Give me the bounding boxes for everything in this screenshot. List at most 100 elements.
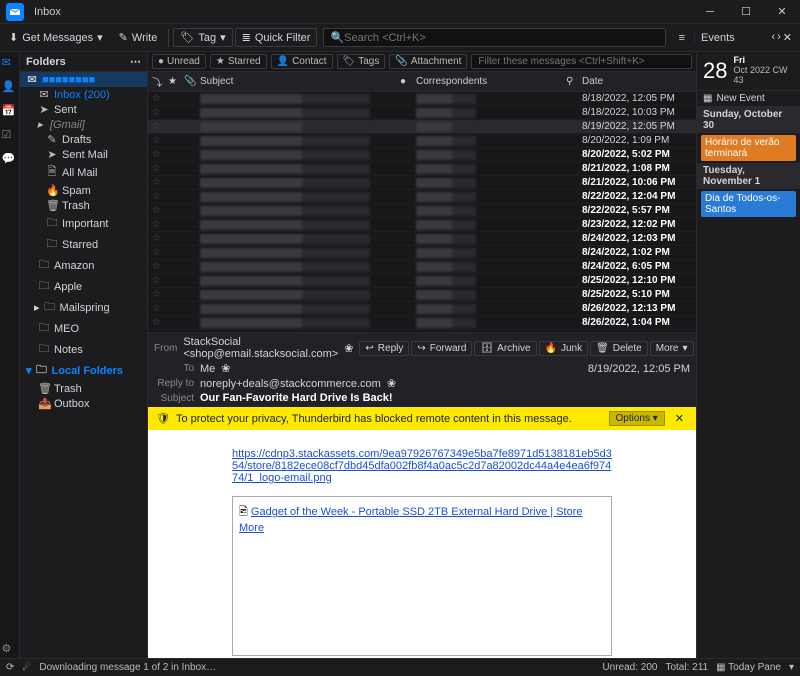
calendar-event[interactable]: Dia de Todos-os-Santos bbox=[701, 191, 796, 217]
star-icon[interactable]: ☆ bbox=[152, 93, 168, 104]
contact-chip[interactable]: 👤 Contact bbox=[271, 54, 333, 69]
message-row[interactable]: ☆8/22/2022, 5:57 PM bbox=[148, 204, 696, 218]
message-row[interactable]: ☆8/24/2022, 1:02 PM bbox=[148, 246, 696, 260]
star-icon[interactable]: ☆ bbox=[152, 177, 168, 188]
junk-button[interactable]: 🔥 Junk bbox=[539, 341, 589, 356]
folder-spam[interactable]: 🔥Spam bbox=[20, 183, 147, 198]
col-correspondents[interactable]: Correspondents bbox=[416, 76, 566, 87]
star-icon[interactable]: ☆ bbox=[152, 317, 168, 328]
folder-sent-mail[interactable]: ➤Sent Mail bbox=[20, 147, 147, 162]
folder-trash[interactable]: 🗑Trash bbox=[20, 381, 147, 396]
events-next-icon[interactable]: › bbox=[777, 31, 781, 44]
folder-inbox-200-[interactable]: ✉Inbox (200) bbox=[20, 87, 147, 102]
star-icon[interactable]: ☆ bbox=[152, 163, 168, 174]
starred-chip[interactable]: ★ Starred bbox=[210, 54, 267, 69]
message-row[interactable]: ☆8/26/2022, 1:04 PM bbox=[148, 316, 696, 330]
star-icon[interactable]: ☆ bbox=[152, 219, 168, 230]
tag-button[interactable]: 🏷 Tag▾ bbox=[173, 28, 232, 47]
folder-notes[interactable]: 🗀Notes bbox=[20, 339, 147, 360]
folder-mailspring[interactable]: ▸🗀Mailspring bbox=[20, 297, 147, 318]
col-date[interactable]: Date bbox=[582, 76, 692, 87]
star-icon[interactable]: ☆ bbox=[152, 303, 168, 314]
folder-important[interactable]: 🗀Important bbox=[20, 213, 147, 234]
folder-amazon[interactable]: 🗀Amazon bbox=[20, 255, 147, 276]
archive-button[interactable]: 🗄 Archive bbox=[474, 341, 536, 356]
expand-icon[interactable]: ▾ bbox=[789, 662, 794, 673]
search-input[interactable] bbox=[344, 32, 658, 44]
message-row[interactable]: ☆8/18/2022, 12:05 PM bbox=[148, 92, 696, 106]
col-subject[interactable]: Subject bbox=[200, 76, 400, 87]
folder-drafts[interactable]: ✎Drafts bbox=[20, 132, 147, 147]
message-row[interactable]: ☆8/21/2022, 10:06 PM bbox=[148, 176, 696, 190]
more-button[interactable]: More ▾ bbox=[650, 341, 694, 356]
message-row[interactable]: ☆8/25/2022, 12:10 PM bbox=[148, 274, 696, 288]
address-book-icon[interactable]: 👤 bbox=[2, 80, 18, 96]
options-button[interactable]: Options ▾ bbox=[609, 411, 665, 426]
blocked-image-link[interactable]: https://cdnp3.stackassets.com/9ea9792676… bbox=[232, 448, 612, 484]
tasks-space-icon[interactable]: ☑ bbox=[2, 128, 18, 144]
write-button[interactable]: ✎ Write bbox=[112, 28, 165, 47]
star-icon[interactable]: ☆ bbox=[152, 205, 168, 216]
message-row[interactable]: ☆8/23/2022, 12:02 PM bbox=[148, 218, 696, 232]
folders-menu-icon[interactable]: ⋯ bbox=[130, 55, 141, 68]
quick-filter-button[interactable]: ≣ Quick Filter bbox=[235, 28, 318, 47]
events-close-icon[interactable]: ✕ bbox=[783, 31, 792, 44]
new-event-button[interactable]: ▦ New Event bbox=[697, 91, 800, 107]
get-messages-button[interactable]: ⬇ Get Messages ▾ bbox=[2, 28, 110, 47]
message-list[interactable]: ☆8/18/2022, 12:05 PM☆8/18/2022, 10:03 PM… bbox=[148, 92, 696, 332]
message-row[interactable]: ☆8/18/2022, 10:03 PM bbox=[148, 106, 696, 120]
calendar-event[interactable]: Horário de verão terminará bbox=[701, 135, 796, 161]
star-icon[interactable]: ☆ bbox=[152, 191, 168, 202]
message-row[interactable]: ☆8/20/2022, 1:09 PM bbox=[148, 134, 696, 148]
star-icon[interactable]: ☆ bbox=[152, 233, 168, 244]
local-folders-row[interactable]: ▾ 🗀 Local Folders bbox=[20, 360, 147, 381]
forward-button[interactable]: ↪ Forward bbox=[411, 341, 472, 356]
online-icon[interactable]: ⟳ bbox=[6, 662, 14, 673]
gadget-link[interactable]: Gadget of the Week - Portable SSD 2TB Ex… bbox=[239, 506, 583, 534]
minimize-button[interactable]: ─ bbox=[692, 0, 728, 24]
message-row[interactable]: ☆8/20/2022, 5:02 PM bbox=[148, 148, 696, 162]
message-row[interactable]: ☆8/25/2022, 5:10 PM bbox=[148, 288, 696, 302]
star-icon[interactable]: ☆ bbox=[152, 247, 168, 258]
activity-icon[interactable]: ☄ bbox=[22, 662, 31, 673]
unread-chip[interactable]: ● Unread bbox=[152, 54, 206, 69]
settings-icon[interactable]: ⚙ bbox=[2, 642, 18, 658]
star-icon[interactable]: ☆ bbox=[152, 261, 168, 272]
events-prev-icon[interactable]: ‹ bbox=[771, 31, 775, 44]
today-pane-toggle[interactable]: ▦ Today Pane bbox=[716, 662, 781, 673]
folder-sent[interactable]: ➤Sent bbox=[20, 102, 147, 117]
close-button[interactable]: ✕ bbox=[764, 0, 800, 24]
dismiss-icon[interactable]: ✕ bbox=[671, 412, 688, 425]
menu-button[interactable]: ≡ bbox=[672, 29, 692, 47]
message-row[interactable]: ☆8/24/2022, 6:05 PM bbox=[148, 260, 696, 274]
attachment-chip[interactable]: 📎 Attachment bbox=[389, 54, 467, 69]
filter-input[interactable] bbox=[471, 54, 692, 69]
star-icon[interactable]: ☆ bbox=[152, 275, 168, 286]
calendar-space-icon[interactable]: 📅 bbox=[2, 104, 18, 120]
account-row[interactable]: ✉ ■■■■■■■■ bbox=[20, 72, 147, 87]
message-row[interactable]: ☆8/19/2022, 12:05 PM bbox=[148, 120, 696, 134]
star-icon[interactable]: ☆ bbox=[152, 107, 168, 118]
message-row[interactable]: ☆8/21/2022, 1:08 PM bbox=[148, 162, 696, 176]
folder-starred[interactable]: 🗀Starred bbox=[20, 234, 147, 255]
star-icon[interactable]: ☆ bbox=[152, 289, 168, 300]
folder--gmail-[interactable]: ▸[Gmail] bbox=[20, 117, 147, 132]
folder-meo[interactable]: 🗀MEO bbox=[20, 318, 147, 339]
star-icon[interactable]: ☆ bbox=[152, 121, 168, 132]
folder-trash[interactable]: 🗑Trash bbox=[20, 198, 147, 213]
maximize-button[interactable]: ☐ bbox=[728, 0, 764, 24]
reply-button[interactable]: ↩ Reply bbox=[359, 341, 409, 356]
folder-all-mail[interactable]: 🗎All Mail bbox=[20, 162, 147, 183]
star-icon[interactable]: ☆ bbox=[152, 149, 168, 160]
delete-button[interactable]: 🗑 Delete bbox=[590, 341, 648, 356]
star-icon[interactable]: ☆ bbox=[152, 135, 168, 146]
message-row[interactable]: ☆8/24/2022, 12:03 PM bbox=[148, 232, 696, 246]
global-search[interactable]: 🔍 bbox=[323, 28, 665, 47]
folder-outbox[interactable]: 📤Outbox bbox=[20, 396, 147, 411]
message-row[interactable]: ☆8/26/2022, 12:13 PM bbox=[148, 302, 696, 316]
folder-apple[interactable]: 🗀Apple bbox=[20, 276, 147, 297]
tags-chip[interactable]: 🏷 Tags bbox=[337, 54, 386, 69]
chat-space-icon[interactable]: 💬 bbox=[2, 152, 18, 168]
message-row[interactable]: ☆8/22/2022, 12:04 PM bbox=[148, 190, 696, 204]
mail-space-icon[interactable]: ✉ bbox=[2, 56, 18, 72]
